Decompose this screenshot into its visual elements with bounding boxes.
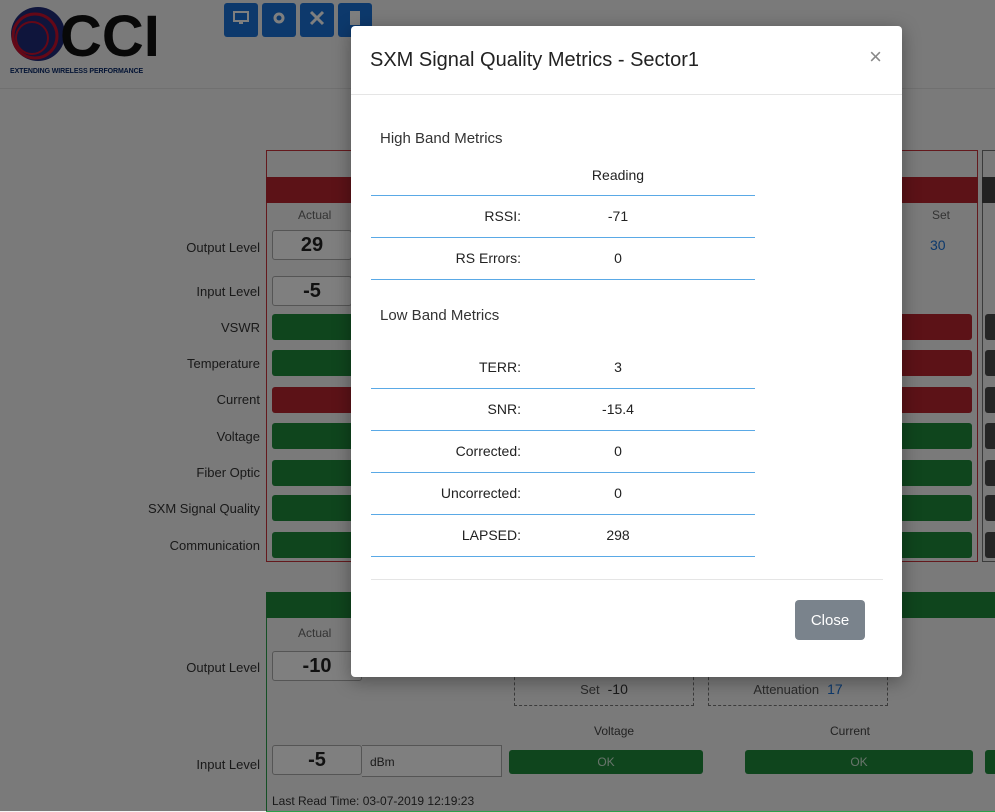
metric-label: Corrected: xyxy=(455,443,521,459)
low-band-title: Low Band Metrics xyxy=(380,307,500,324)
table-row: Corrected: 0 xyxy=(371,431,755,473)
sxm-metrics-modal: SXM Signal Quality Metrics - Sector1 × H… xyxy=(351,26,902,677)
metric-label: Uncorrected: xyxy=(440,485,521,501)
metric-value: 0 xyxy=(614,250,622,266)
metric-value: -71 xyxy=(607,208,629,224)
reading-header-row: Reading xyxy=(371,156,755,196)
metric-value: 3 xyxy=(614,359,622,375)
table-row: LAPSED: 298 xyxy=(371,515,755,557)
metric-value: 0 xyxy=(614,485,622,501)
modal-title: SXM Signal Quality Metrics - Sector1 xyxy=(370,49,699,71)
table-row: TERR: 3 xyxy=(371,347,755,389)
metric-label: RSSI: xyxy=(484,208,521,224)
modal-footer-divider xyxy=(371,579,883,580)
metric-label: RS Errors: xyxy=(455,250,521,266)
table-row: SNR: -15.4 xyxy=(371,389,755,431)
metric-label: SNR: xyxy=(487,401,521,417)
close-icon[interactable]: × xyxy=(869,46,882,68)
table-row: RS Errors: 0 xyxy=(371,238,755,280)
close-button[interactable]: Close xyxy=(795,600,865,640)
reading-header: Reading xyxy=(591,167,645,183)
modal-header: SXM Signal Quality Metrics - Sector1 × xyxy=(351,26,902,95)
metric-label: LAPSED: xyxy=(461,527,521,543)
metric-value: 0 xyxy=(614,443,622,459)
high-band-table: Reading RSSI: -71 RS Errors: 0 xyxy=(371,156,755,280)
metric-value: 298 xyxy=(606,527,630,543)
metric-value: -15.4 xyxy=(602,401,634,417)
high-band-title: High Band Metrics xyxy=(380,130,503,147)
table-row: RSSI: -71 xyxy=(371,196,755,238)
low-band-table: TERR: 3 SNR: -15.4 Corrected: 0 Uncorrec… xyxy=(371,347,755,557)
metric-label: TERR: xyxy=(479,359,521,375)
table-row: Uncorrected: 0 xyxy=(371,473,755,515)
